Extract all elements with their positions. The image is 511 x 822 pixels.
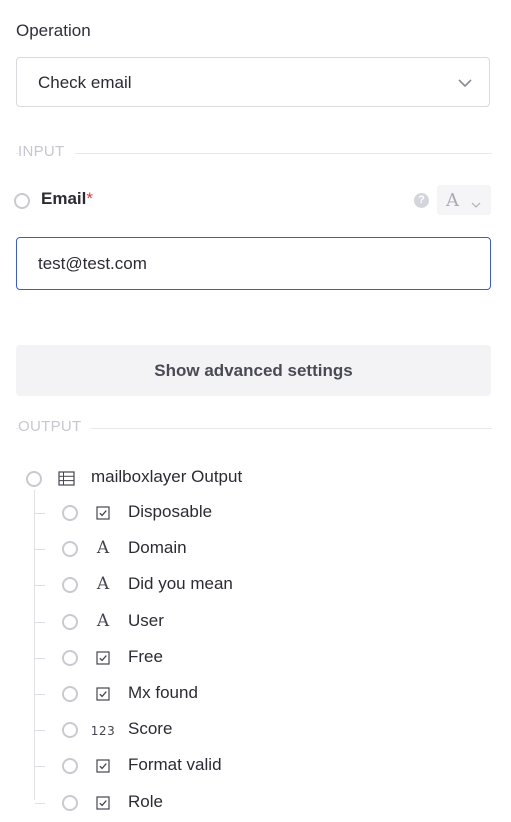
tree-branch: [35, 694, 45, 695]
input-section-title: INPUT: [18, 143, 75, 160]
operation-select[interactable]: Check email: [16, 57, 490, 107]
email-field[interactable]: [16, 237, 491, 290]
show-advanced-settings-button[interactable]: Show advanced settings: [16, 345, 491, 396]
checkbox-type-icon: [90, 651, 116, 670]
output-root-label: mailboxlayer Output: [91, 467, 243, 486]
tree-branch: [35, 621, 45, 623]
checkbox-type-icon: [90, 687, 116, 706]
text-type-icon: A: [446, 190, 459, 211]
email-radio[interactable]: [14, 193, 30, 209]
value-type-select[interactable]: A: [437, 185, 491, 215]
chevron-down-icon: [457, 75, 473, 96]
text-type-icon: A: [96, 610, 110, 631]
tree-branch: [35, 549, 45, 551]
tree-branch: [35, 802, 45, 804]
tree-branch: [35, 657, 45, 659]
field-radio[interactable]: [62, 758, 78, 775]
field-radio[interactable]: [62, 613, 78, 630]
field-label: Format valid: [128, 755, 222, 775]
output-root-radio[interactable]: [26, 471, 42, 487]
required-mark: *: [86, 189, 93, 208]
section-divider: [16, 153, 492, 154]
field-label: Mx found: [128, 683, 198, 702]
tree-branch: [35, 585, 45, 587]
field-label: Score: [128, 719, 173, 739]
field-label: User: [128, 610, 164, 630]
field-label: Role: [128, 791, 163, 811]
tree-branch: [35, 766, 45, 768]
help-icon[interactable]: ?: [414, 193, 429, 208]
output-section-title: OUTPUT: [18, 418, 92, 435]
output-field-row[interactable]: A Did you mean: [0, 568, 511, 604]
operation-select-value: Check email: [38, 73, 132, 92]
output-field-row[interactable]: Free: [0, 641, 511, 677]
checkbox-type-icon: [90, 795, 116, 815]
checkbox-type-icon: [90, 759, 116, 778]
checkbox-type-icon: [90, 506, 116, 525]
output-field-row[interactable]: Format valid: [0, 749, 511, 785]
field-radio[interactable]: [62, 686, 78, 702]
output-field-row[interactable]: Role: [0, 786, 511, 822]
chevron-down-icon: [471, 196, 481, 214]
output-field-row[interactable]: A Domain: [0, 532, 511, 568]
output-root-row[interactable]: mailboxlayer Output: [0, 461, 511, 497]
output-field-row[interactable]: Disposable: [0, 496, 511, 532]
email-field-label: Email*: [41, 189, 93, 209]
text-type-icon: A: [96, 574, 110, 595]
field-label: Free: [128, 646, 163, 666]
tree-branch: [35, 730, 45, 732]
output-field-row[interactable]: Mx found: [0, 677, 511, 713]
output-section-header: OUTPUT: [16, 418, 492, 438]
field-radio[interactable]: [62, 505, 78, 521]
field-radio[interactable]: [62, 577, 78, 594]
output-field-row[interactable]: A User: [0, 605, 511, 641]
number-type-icon: 123: [90, 724, 116, 739]
table-icon: [58, 471, 75, 491]
field-label: Disposable: [128, 502, 213, 521]
output-field-row[interactable]: 123 Score: [0, 713, 511, 749]
field-radio[interactable]: [62, 649, 78, 666]
field-radio[interactable]: [62, 722, 78, 739]
email-label-text: Email: [41, 189, 87, 208]
field-label: Did you mean: [128, 574, 233, 594]
field-radio[interactable]: [62, 794, 78, 811]
text-type-icon: A: [96, 538, 110, 559]
tree-branch: [35, 513, 45, 514]
input-section-header: INPUT: [16, 143, 492, 163]
operation-label: Operation: [16, 21, 91, 40]
field-radio[interactable]: [62, 541, 78, 558]
field-label: Domain: [128, 538, 187, 558]
